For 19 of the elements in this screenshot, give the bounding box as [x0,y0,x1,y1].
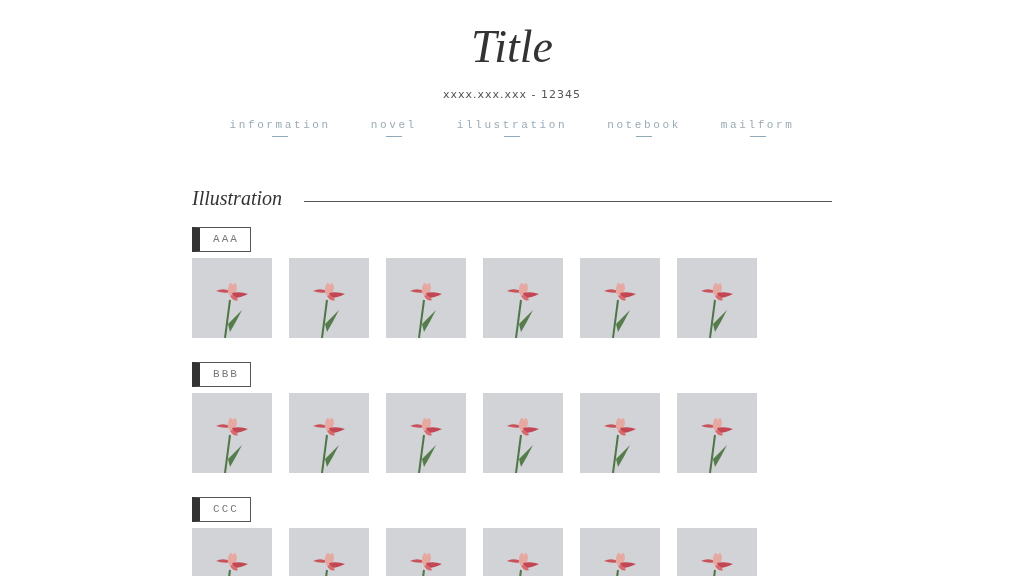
site-title: Title [471,20,553,74]
flower-photo[interactable] [386,258,466,338]
flower-photo[interactable] [289,258,369,338]
flower-photo[interactable] [580,258,660,338]
nav-link[interactable]: information [229,119,331,137]
flower-photo[interactable] [580,393,660,473]
nav-link[interactable]: notebook [607,119,681,137]
flower-photo[interactable] [677,393,757,473]
site-subtitle: xxxx.xxx.xxx - 12345 [442,88,581,101]
flower-photo[interactable] [192,393,272,473]
flower-photo[interactable] [192,258,272,338]
nav-link[interactable]: mailform [720,119,795,137]
nav-link[interactable]: novel [370,119,417,137]
flower-photo[interactable] [483,393,563,473]
flower-photo[interactable] [483,258,563,338]
flower-photo[interactable] [386,393,466,473]
section-heading: Illustration [192,187,282,210]
flower-photo[interactable] [677,258,757,338]
flower-photo[interactable] [289,393,369,473]
